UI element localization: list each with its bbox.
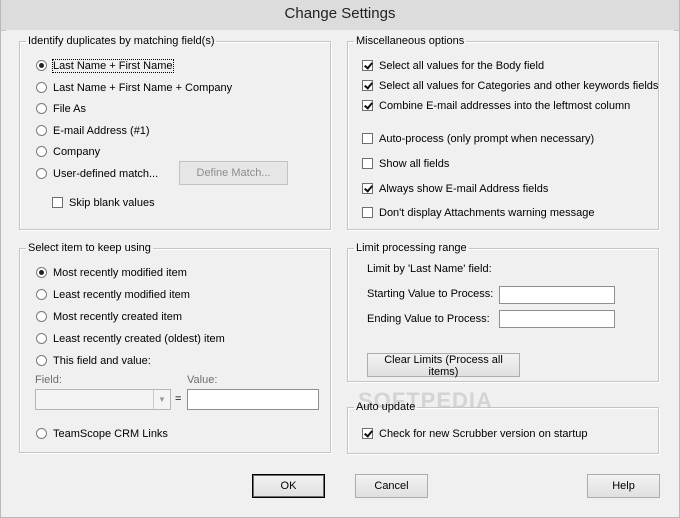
radio-indicator[interactable]	[36, 82, 47, 93]
start-value-label: Starting Value to Process:	[367, 288, 494, 300]
start-value-input[interactable]	[499, 286, 615, 304]
radio-label: Most recently modified item	[53, 267, 187, 279]
misc-combine-email-checkbox[interactable]: Combine E-mail addresses into the leftmo…	[362, 98, 630, 114]
radio-match-user-defined[interactable]: User-defined match...	[36, 166, 158, 182]
radio-indicator[interactable]	[36, 428, 47, 439]
field-select[interactable]: ▼	[35, 389, 171, 410]
end-value-input[interactable]	[499, 310, 615, 328]
checkbox-label: Select all values for the Body field	[379, 60, 545, 72]
limit-by-label: Limit by 'Last Name' field:	[367, 263, 492, 275]
radio-label: This field and value:	[53, 355, 151, 367]
radio-keep-teamscope[interactable]: TeamScope CRM Links	[36, 426, 168, 442]
dialog-body: Identify duplicates by matching field(s)…	[6, 30, 674, 512]
checkbox-label: Don't display Attachments warning messag…	[379, 207, 595, 219]
misc-auto-process-checkbox[interactable]: Auto-process (only prompt when necessary…	[362, 131, 594, 147]
cancel-button[interactable]: Cancel	[355, 474, 428, 498]
radio-match-company[interactable]: Company	[36, 144, 100, 160]
radio-label: Least recently modified item	[53, 289, 190, 301]
define-match-button[interactable]: Define Match...	[179, 161, 288, 185]
radio-indicator[interactable]	[36, 267, 47, 278]
radio-indicator[interactable]	[36, 146, 47, 157]
radio-label: Least recently created (oldest) item	[53, 333, 225, 345]
checkbox-indicator[interactable]	[52, 197, 63, 208]
limit-legend: Limit processing range	[356, 242, 467, 254]
radio-label: TeamScope CRM Links	[53, 428, 168, 440]
checkbox-indicator[interactable]	[362, 207, 373, 218]
checkbox-indicator[interactable]	[362, 428, 373, 439]
identify-legend: Identify duplicates by matching field(s)	[28, 35, 215, 47]
radio-indicator[interactable]	[36, 333, 47, 344]
radio-indicator[interactable]	[36, 103, 47, 114]
radio-indicator[interactable]	[36, 311, 47, 322]
checkbox-indicator[interactable]	[362, 100, 373, 111]
radio-indicator[interactable]	[36, 289, 47, 300]
radio-label: E-mail Address (#1)	[53, 125, 150, 137]
end-value-label: Ending Value to Process:	[367, 313, 490, 325]
title-bar: Change Settings	[0, 0, 680, 31]
radio-keep-most-modified[interactable]: Most recently modified item	[36, 265, 187, 281]
radio-label: Last Name + First Name	[52, 59, 174, 73]
radio-match-file-as[interactable]: File As	[36, 101, 86, 117]
auto-update-legend: Auto update	[356, 401, 416, 413]
radio-indicator[interactable]	[36, 355, 47, 366]
checkbox-label: Auto-process (only prompt when necessary…	[379, 133, 595, 145]
misc-attachments-warning-checkbox[interactable]: Don't display Attachments warning messag…	[362, 205, 595, 221]
checkbox-indicator[interactable]	[362, 183, 373, 194]
checkbox-label: Always show E-mail Address fields	[379, 183, 549, 195]
skip-blank-checkbox[interactable]: Skip blank values	[52, 195, 155, 211]
radio-label: User-defined match...	[53, 168, 159, 180]
equals-sign: =	[175, 393, 182, 405]
value-input[interactable]	[187, 389, 319, 410]
checkbox-indicator[interactable]	[362, 80, 373, 91]
chevron-down-icon[interactable]: ▼	[153, 390, 170, 409]
radio-match-email[interactable]: E-mail Address (#1)	[36, 123, 150, 139]
checkbox-label: Check for new Scrubber version on startu…	[379, 428, 588, 440]
checkbox-indicator[interactable]	[362, 158, 373, 169]
misc-show-all-checkbox[interactable]: Show all fields	[362, 156, 449, 172]
radio-keep-least-created[interactable]: Least recently created (oldest) item	[36, 331, 225, 347]
checkbox-indicator[interactable]	[362, 60, 373, 71]
radio-label: Company	[53, 146, 101, 158]
checkbox-label: Show all fields	[379, 158, 450, 170]
radio-label: File As	[53, 103, 87, 115]
misc-show-email-checkbox[interactable]: Always show E-mail Address fields	[362, 181, 548, 197]
checkbox-indicator[interactable]	[362, 133, 373, 144]
radio-match-last-first[interactable]: Last Name + First Name	[36, 58, 174, 74]
checkbox-label: Combine E-mail addresses into the leftmo…	[379, 100, 631, 112]
keep-legend: Select item to keep using	[28, 242, 151, 254]
misc-categories-checkbox[interactable]: Select all values for Categories and oth…	[362, 78, 658, 94]
radio-keep-field-value[interactable]: This field and value:	[36, 353, 151, 369]
misc-body-checkbox[interactable]: Select all values for the Body field	[362, 58, 544, 74]
window-title: Change Settings	[284, 5, 396, 22]
radio-match-last-first-company[interactable]: Last Name + First Name + Company	[36, 80, 232, 96]
radio-keep-least-modified[interactable]: Least recently modified item	[36, 287, 190, 303]
help-button[interactable]: Help	[587, 474, 660, 498]
clear-limits-button[interactable]: Clear Limits (Process all items)	[367, 353, 520, 378]
checkbox-label: Skip blank values	[69, 197, 155, 209]
radio-indicator[interactable]	[36, 125, 47, 136]
ok-button[interactable]: OK	[252, 474, 325, 498]
checkbox-label: Select all values for Categories and oth…	[379, 80, 659, 92]
radio-indicator[interactable]	[36, 168, 47, 179]
auto-update-checkbox[interactable]: Check for new Scrubber version on startu…	[362, 426, 588, 442]
misc-legend: Miscellaneous options	[356, 35, 465, 47]
radio-keep-most-created[interactable]: Most recently created item	[36, 309, 182, 325]
value-label: Value:	[187, 374, 218, 386]
radio-indicator[interactable]	[36, 60, 47, 71]
radio-label: Most recently created item	[53, 311, 182, 323]
field-label: Field:	[35, 374, 62, 386]
radio-label: Last Name + First Name + Company	[53, 82, 233, 94]
